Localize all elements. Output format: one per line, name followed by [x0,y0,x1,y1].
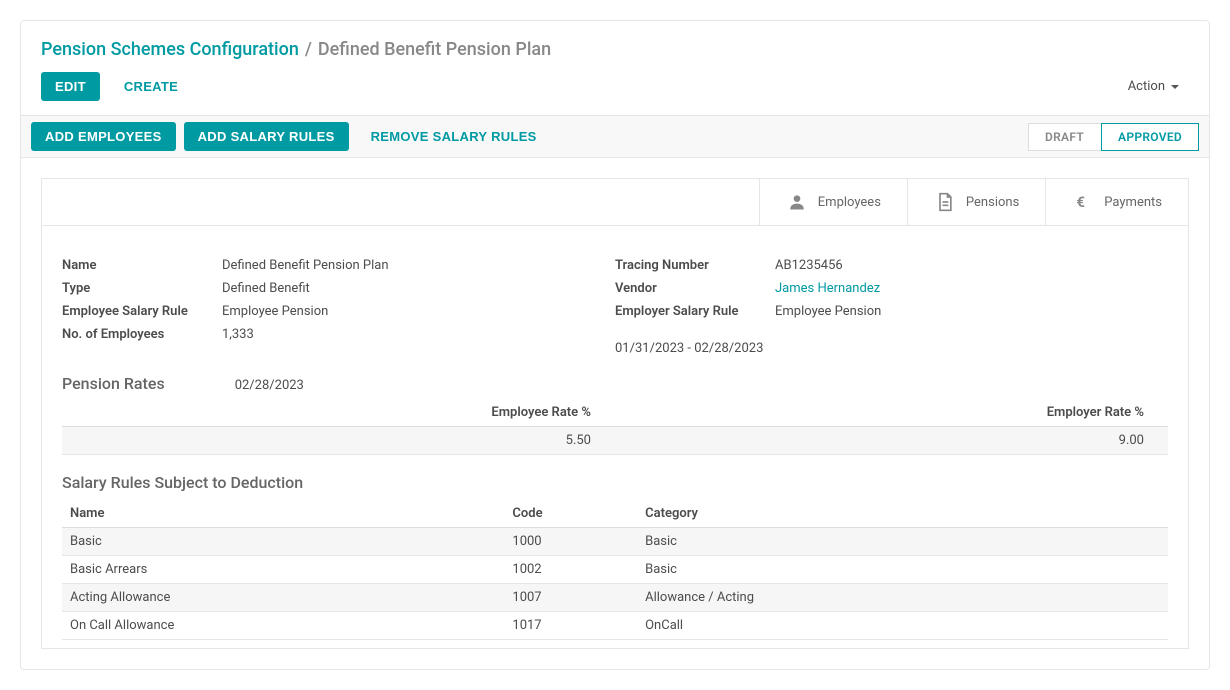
status-draft[interactable]: DRAFT [1028,123,1101,151]
rule-name: Basic Arrears [62,556,504,584]
table-row[interactable]: Basic Arrears 1002 Basic [62,556,1168,584]
rule-name: On Call Allowance [62,612,504,640]
label-vendor: Vendor [615,281,775,296]
action-label: Action [1128,79,1165,94]
breadcrumb-separator: / [305,39,312,60]
table-row[interactable]: Basic 1000 Basic [62,528,1168,556]
col-employer-rate: Employer Rate % [615,399,1168,427]
label-num-emp: No. of Employees [62,327,222,342]
value-tracing: AB1235456 [775,258,843,273]
breadcrumb-current: Defined Benefit Pension Plan [318,39,551,60]
col-rule-name: Name [62,500,504,528]
rule-code: 1000 [504,528,637,556]
tab-employees-label: Employees [818,195,881,210]
label-name: Name [62,258,222,273]
value-date-range: 01/31/2023 - 02/28/2023 [615,341,1168,356]
edit-button[interactable]: EDIT [41,72,100,101]
cell-employee-rate: 5.50 [62,427,615,455]
euro-icon: € [1072,191,1094,213]
rule-name: Acting Allowance [62,584,504,612]
salary-rules-title: Salary Rules Subject to Deduction [62,473,1168,492]
col-employee-rate: Employee Rate % [62,399,615,427]
table-row[interactable]: On Call Allowance 1017 OnCall [62,612,1168,640]
rule-code: 1007 [504,584,637,612]
value-name: Defined Benefit Pension Plan [222,258,389,273]
table-row[interactable]: Acting Allowance 1007 Allowance / Acting [62,584,1168,612]
value-type: Defined Benefit [222,281,310,296]
pension-rate-row[interactable]: 5.50 9.00 [62,427,1168,455]
add-employees-button[interactable]: ADD EMPLOYEES [31,122,176,151]
remove-salary-rules-button[interactable]: REMOVE SALARY RULES [357,122,551,151]
tab-payments-label: Payments [1104,195,1162,210]
pension-rates-title: Pension Rates [62,374,165,393]
label-tracing: Tracing Number [615,258,775,273]
create-button[interactable]: CREATE [110,72,192,101]
status-bar: ADD EMPLOYEES ADD SALARY RULES REMOVE SA… [21,115,1209,158]
rule-category: Basic [637,528,1168,556]
action-menu[interactable]: Action [1118,73,1189,100]
salary-rules-table: Name Code Category Basic 1000 Basic Basi… [62,500,1168,640]
breadcrumb-root[interactable]: Pension Schemes Configuration [41,39,299,60]
cell-employer-rate: 9.00 [615,427,1168,455]
tab-pensions-label: Pensions [966,195,1019,210]
rule-category: Allowance / Acting [637,584,1168,612]
value-num-emp: 1,333 [222,327,254,342]
svg-text:€: € [1077,193,1086,211]
pension-rates-table: Employee Rate % Employer Rate % 5.50 9.0… [62,399,1168,455]
rule-name: Basic [62,528,504,556]
rule-category: OnCall [637,612,1168,640]
col-rule-code: Code [504,500,637,528]
rule-code: 1017 [504,612,637,640]
tab-employees[interactable]: Employees [759,179,907,225]
add-salary-rules-button[interactable]: ADD SALARY RULES [184,122,349,151]
details-section: Name Defined Benefit Pension Plan Type D… [42,226,1188,356]
document-icon [934,191,956,213]
status-approved[interactable]: APPROVED [1101,123,1199,151]
rule-code: 1002 [504,556,637,584]
label-empr-rule: Employer Salary Rule [615,304,775,319]
value-empr-rule: Employee Pension [775,304,881,319]
value-vendor[interactable]: James Hernandez [775,281,880,296]
tab-pensions[interactable]: Pensions [907,179,1045,225]
chevron-down-icon [1171,85,1179,89]
label-type: Type [62,281,222,296]
person-icon [786,191,808,213]
pension-rates-date: 02/28/2023 [205,378,304,393]
toolbar: EDIT CREATE Action [21,68,1209,115]
rule-category: Basic [637,556,1168,584]
tab-payments[interactable]: € Payments [1045,179,1188,225]
salary-rules-section: Salary Rules Subject to Deduction Name C… [42,455,1188,648]
pension-rates-section: Pension Rates 02/28/2023 Employee Rate %… [42,356,1188,455]
card-tabs: Employees Pensions € Payments [42,179,1188,226]
label-emp-rule: Employee Salary Rule [62,304,222,319]
value-emp-rule: Employee Pension [222,304,328,319]
col-rule-category: Category [637,500,1168,528]
breadcrumb: Pension Schemes Configuration / Defined … [21,21,1209,68]
record-card: Employees Pensions € Payments Name [41,178,1189,649]
